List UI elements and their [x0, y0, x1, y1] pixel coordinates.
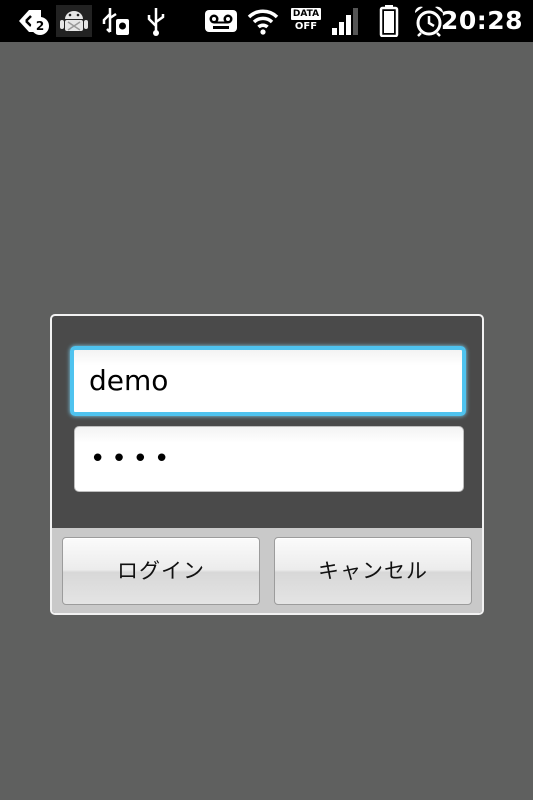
status-bar: 2 DATA OFF 20:28 [0, 0, 533, 42]
off-label: OFF [294, 21, 318, 32]
wifi-icon [246, 6, 280, 36]
login-button[interactable]: ログイン [62, 537, 260, 605]
cancel-button[interactable]: キャンセル [274, 537, 472, 605]
usb-storage-icon [100, 6, 132, 36]
status-clock: 20:28 [440, 6, 523, 35]
voicemail-icon [204, 6, 238, 36]
login-dialog: demo •••• ログイン キャンセル [50, 314, 484, 615]
usb-icon [142, 6, 170, 36]
android-debug-icon [56, 5, 92, 37]
username-field[interactable]: demo [70, 346, 466, 416]
battery-icon [378, 5, 400, 37]
data-off-icon: DATA OFF [288, 6, 324, 36]
signal-icon [330, 6, 360, 36]
password-field[interactable]: •••• [74, 426, 464, 492]
notification-count-badge: 2 [31, 17, 49, 35]
data-label: DATA [290, 8, 322, 20]
dialog-button-bar: ログイン キャンセル [52, 528, 482, 613]
